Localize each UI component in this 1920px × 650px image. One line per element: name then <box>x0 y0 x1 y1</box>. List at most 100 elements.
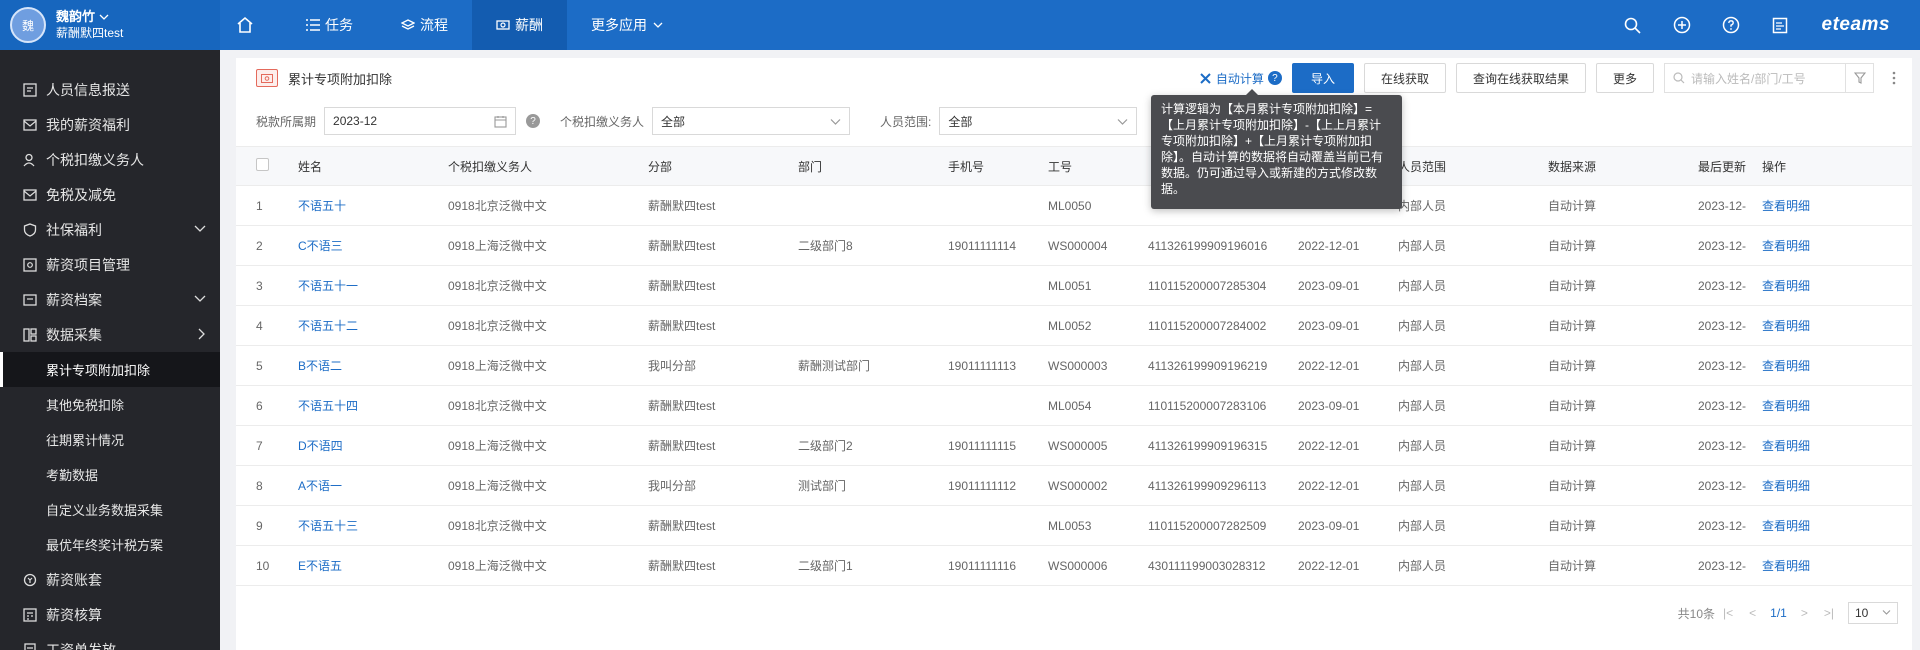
column-header[interactable]: 工号 <box>1048 158 1148 175</box>
staff-scope: 内部人员 <box>1398 519 1447 533</box>
data-icon <box>22 327 38 343</box>
column-header[interactable]: 个税扣缴义务人 <box>448 158 648 175</box>
avatar[interactable]: 魏 <box>10 7 46 43</box>
agent-select[interactable]: 全部 <box>652 107 851 135</box>
table-row[interactable]: 10 E不语五 0918上海泛微中文 薪酬默四test 二级部门1 19011111116… <box>236 546 1912 586</box>
first-page-button[interactable]: |< <box>1723 606 1733 620</box>
last-updated: 2023-12- <box>1698 278 1747 293</box>
employee-name[interactable]: 不语五十二 <box>298 317 448 334</box>
employee-name[interactable]: 不语五十一 <box>298 277 448 294</box>
top-bar: 魏 魏韵竹 薪酬默四test 任务 流程 薪酬 更多应用 eteams <box>0 0 1920 50</box>
employee-name[interactable]: C不语三 <box>298 237 448 254</box>
sidebar-item-custom-business-data[interactable]: 自定义业务数据采集 <box>0 492 220 527</box>
tax-agent: 0918北京泛微中文 <box>448 319 547 333</box>
sidebar-item-personnel-report[interactable]: 人员信息报送 <box>0 72 220 107</box>
sidebar-item-past-cumulative[interactable]: 往期累计情况 <box>0 422 220 457</box>
home-button[interactable] <box>230 0 260 50</box>
table-row[interactable]: 4 不语五十二 0918北京泛微中文 薪酬默四test ML0052 1101152000… <box>236 306 1912 346</box>
table-row[interactable]: 3 不语五十一 0918北京泛微中文 薪酬默四test ML0051 1101152000… <box>236 266 1912 306</box>
column-header[interactable]: 部门 <box>798 158 948 175</box>
nav-tasks[interactable]: 任务 <box>282 0 377 50</box>
search-input[interactable]: 请输入姓名/部门/工号 <box>1664 63 1874 93</box>
import-button[interactable]: 导入 <box>1291 63 1354 93</box>
more-options-button[interactable] <box>1882 71 1906 85</box>
data-source: 自动计算 <box>1548 519 1597 533</box>
add-button[interactable] <box>1665 0 1699 50</box>
help-button[interactable] <box>1714 0 1748 50</box>
sidebar-item-attendance[interactable]: 考勤数据 <box>0 457 220 492</box>
prev-page-button[interactable]: < <box>1749 606 1756 620</box>
date: 2023-09-01 <box>1298 318 1360 333</box>
column-header[interactable]: 分部 <box>648 158 798 175</box>
view-details-link[interactable]: 查看明细 <box>1762 437 1862 454</box>
column-header[interactable]: 数据来源 <box>1548 158 1698 175</box>
search-button[interactable] <box>1616 0 1650 50</box>
table-row[interactable]: 8 A不语一 0918上海泛微中文 我叫分部 测试部门 19011111112 WS0000… <box>236 466 1912 506</box>
nav-workflow[interactable]: 流程 <box>377 0 472 50</box>
table-row[interactable]: 9 不语五十三 0918北京泛微中文 薪酬默四test ML0053 1101152000… <box>236 506 1912 546</box>
phone: 19011111114 <box>948 238 1017 253</box>
sidebar-item-cumulative-deduction[interactable]: 累计专项附加扣除 <box>0 352 220 387</box>
view-details-link[interactable]: 查看明细 <box>1762 197 1862 214</box>
employee-name[interactable]: B不语二 <box>298 357 448 374</box>
view-details-link[interactable]: 查看明细 <box>1762 237 1862 254</box>
employee-name[interactable]: 不语五十四 <box>298 397 448 414</box>
column-header[interactable]: 姓名 <box>298 158 448 175</box>
sidebar-item-payslip[interactable]: 工资单发放 <box>0 632 220 650</box>
payslip-icon <box>22 642 38 650</box>
period-date-picker[interactable]: 2023-12 <box>324 107 517 135</box>
sidebar-item-salary-archive[interactable]: 薪资档案 <box>0 282 220 317</box>
table-row[interactable]: 7 D不语四 0918上海泛微中文 薪酬默四test 二级部门2 19011111115 W… <box>236 426 1912 466</box>
help-icon[interactable]: ? <box>1267 71 1282 85</box>
sidebar-item-tax-exempt[interactable]: 免税及减免 <box>0 177 220 212</box>
query-online-result-button[interactable]: 查询在线获取结果 <box>1455 63 1586 93</box>
sidebar-item-tax-agent[interactable]: 个税扣缴义务人 <box>0 142 220 177</box>
column-header[interactable]: 手机号 <box>948 158 1048 175</box>
view-details-link[interactable]: 查看明细 <box>1762 317 1862 334</box>
table-row[interactable]: 5 B不语二 0918上海泛微中文 我叫分部 薪酬测试部门 19011111113 WS00… <box>236 346 1912 386</box>
auto-calc-button[interactable]: 自动计算 ? <box>1199 70 1282 87</box>
column-header[interactable]: 最后更新 <box>1698 158 1762 175</box>
employee-id: WS000003 <box>1048 358 1108 373</box>
employee-name[interactable]: E不语五 <box>298 557 448 574</box>
view-details-link[interactable]: 查看明细 <box>1762 397 1862 414</box>
notes-button[interactable] <box>1763 0 1797 50</box>
tax-agent: 0918北京泛微中文 <box>448 279 547 293</box>
view-details-link[interactable]: 查看明细 <box>1762 477 1862 494</box>
view-details-link[interactable]: 查看明细 <box>1762 357 1862 374</box>
table-row[interactable]: 2 C不语三 0918上海泛微中文 薪酬默四test 二级部门8 19011111114 W… <box>236 226 1912 266</box>
employee-name[interactable]: D不语四 <box>298 437 448 454</box>
sidebar-item-data-collection[interactable]: 数据采集 <box>0 317 220 352</box>
column-header[interactable]: 人员范围 <box>1398 158 1548 175</box>
last-page-button[interactable]: >| <box>1824 606 1834 620</box>
sidebar-item-salary-accounting[interactable]: 薪资核算 <box>0 597 220 632</box>
sidebar-item-social-welfare[interactable]: 社保福利 <box>0 212 220 247</box>
employee-name[interactable]: A不语一 <box>298 477 448 494</box>
sidebar-item-other-exempt[interactable]: 其他免税扣除 <box>0 387 220 422</box>
scope-select[interactable]: 全部 <box>939 107 1138 135</box>
view-details-link[interactable]: 查看明细 <box>1762 517 1862 534</box>
help-icon[interactable]: ? <box>526 114 541 128</box>
employee-id: ML0051 <box>1048 278 1092 293</box>
date: 2022-12-01 <box>1298 238 1360 253</box>
table-row[interactable]: 6 不语五十四 0918北京泛微中文 薪酬默四test ML0054 1101152000… <box>236 386 1912 426</box>
view-details-link[interactable]: 查看明细 <box>1762 277 1862 294</box>
more-button[interactable]: 更多 <box>1595 63 1654 93</box>
sidebar-item-my-salary[interactable]: 我的薪资福利 <box>0 107 220 142</box>
data-source: 自动计算 <box>1548 239 1597 253</box>
user-menu[interactable]: 魏 魏韵竹 薪酬默四test <box>0 0 220 50</box>
select-all-checkbox[interactable] <box>256 158 269 171</box>
next-page-button[interactable]: > <box>1801 606 1808 620</box>
employee-name[interactable]: 不语五十 <box>298 197 448 214</box>
table-row[interactable]: 1 不语五十 0918北京泛微中文 薪酬默四test ML0050 内部人员 自动计算 202… <box>236 186 1912 226</box>
nav-salary[interactable]: 薪酬 <box>472 0 567 50</box>
employee-name[interactable]: 不语五十三 <box>298 517 448 534</box>
sidebar-item-salary-accounts[interactable]: 薪资账套 <box>0 562 220 597</box>
sidebar-item-salary-items[interactable]: 薪资项目管理 <box>0 247 220 282</box>
nav-more-apps[interactable]: 更多应用 <box>567 0 692 50</box>
online-fetch-button[interactable]: 在线获取 <box>1363 63 1446 93</box>
filter-button[interactable] <box>1845 64 1873 92</box>
view-details-link[interactable]: 查看明细 <box>1762 557 1862 574</box>
sidebar-item-year-end-bonus[interactable]: 最优年终奖计税方案 <box>0 527 220 562</box>
page-size-select[interactable]: 10 <box>1848 602 1898 624</box>
